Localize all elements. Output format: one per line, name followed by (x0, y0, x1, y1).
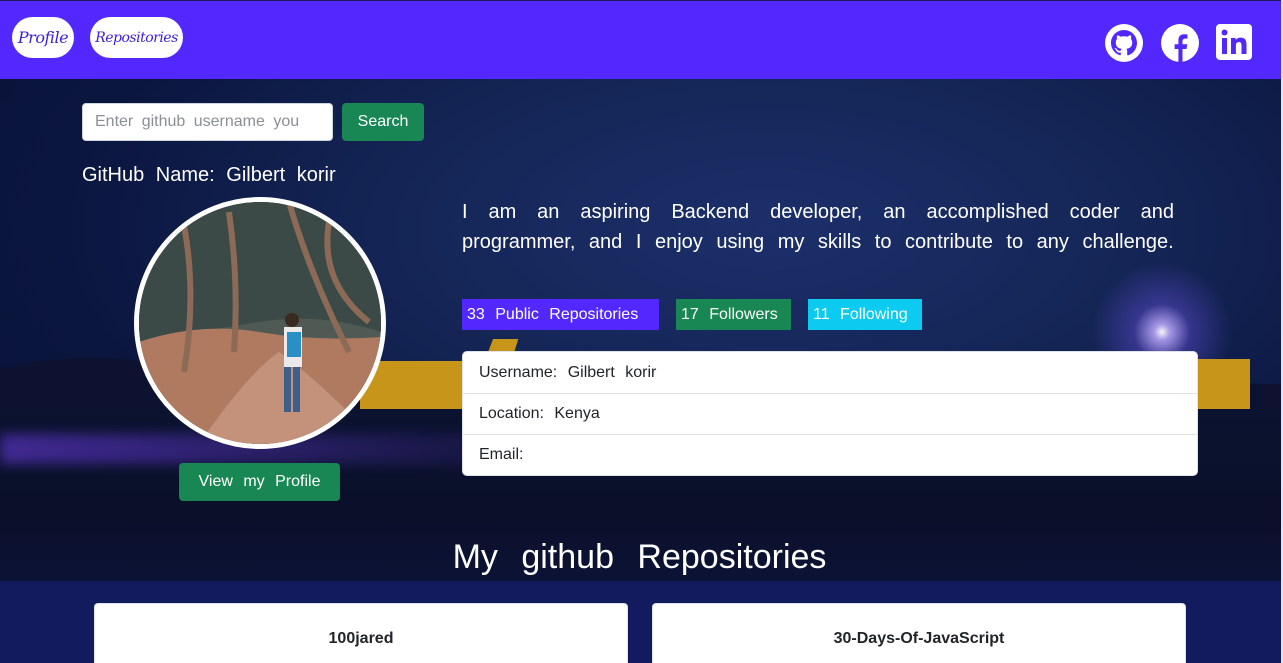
email-item: Email: (463, 434, 1197, 475)
repo-card[interactable]: 100jared (94, 603, 628, 663)
github-icon[interactable] (1104, 23, 1144, 63)
github-username-search-input[interactable] (82, 103, 333, 141)
following-badge: 11 Following (808, 299, 922, 330)
nav-profile-button[interactable]: Profile (12, 17, 74, 58)
repositories-title: My github Repositories (0, 538, 1281, 577)
linkedin-icon[interactable] (1215, 23, 1255, 63)
github-name-label: GitHub Name: Gilbert korir (82, 164, 336, 186)
bio-text: I am an aspiring Backend developer, an a… (462, 201, 1174, 253)
profile-avatar (134, 197, 386, 449)
location-item: Location: Kenya (463, 393, 1197, 434)
followers-badge: 17 Followers (676, 299, 791, 330)
public-repositories-badge: 33 Public Repositories (462, 299, 659, 330)
view-profile-button[interactable]: View my Profile (179, 463, 340, 501)
nav-repositories-button[interactable]: Repositories (90, 17, 183, 58)
username-item: Username: Gilbert korir (479, 363, 657, 381)
top-navbar: Profile Repositories (0, 0, 1283, 79)
repo-name[interactable]: 30-Days-Of-JavaScript (653, 630, 1185, 648)
repo-name[interactable]: 100jared (95, 630, 627, 648)
search-button[interactable]: Search (342, 103, 424, 141)
user-info-list: Username: Gilbert korir Location: Kenya … (462, 351, 1198, 476)
repo-card[interactable]: 30-Days-Of-JavaScript (652, 603, 1186, 663)
facebook-icon[interactable] (1160, 23, 1200, 63)
repositories-title-text: My github Repositories (452, 538, 827, 576)
